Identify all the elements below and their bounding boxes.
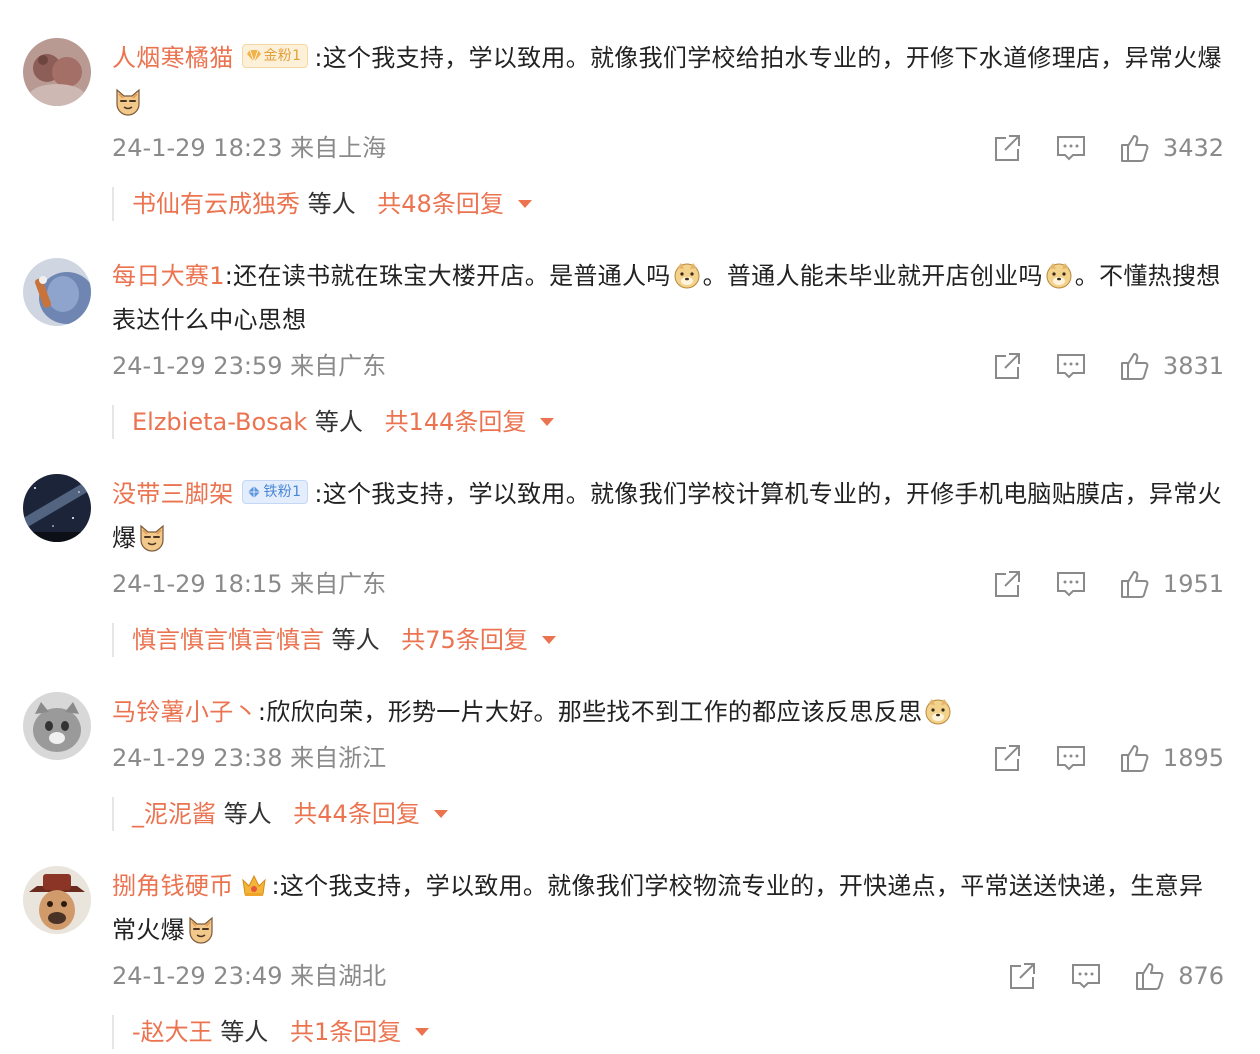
diamond-icon xyxy=(246,49,261,63)
comment-meta: 24-1-29 18:15 来自广东 xyxy=(112,570,387,598)
chevron-down-icon[interactable] xyxy=(540,418,555,426)
reply-count[interactable]: 共144条回复 xyxy=(385,408,527,436)
reply-username[interactable]: _泥泥酱 xyxy=(132,800,216,828)
comment-button[interactable] xyxy=(1055,742,1087,774)
cat-face-icon xyxy=(140,524,164,552)
chevron-down-icon[interactable] xyxy=(517,200,532,208)
username[interactable]: 马铃薯小子丶 xyxy=(112,698,258,726)
share-button[interactable] xyxy=(1006,960,1038,992)
doge-face-icon xyxy=(1046,263,1072,289)
like-button[interactable]: 1951 xyxy=(1119,568,1224,600)
comment-icon xyxy=(1056,354,1085,379)
doge-face-icon xyxy=(925,699,951,725)
comment-text: :欣欣向荣，形势一片大好。那些找不到工作的都应该反思反思 xyxy=(257,698,923,726)
share-button[interactable] xyxy=(991,568,1023,600)
like-button[interactable]: 1895 xyxy=(1119,742,1224,774)
comment-icon xyxy=(1072,964,1101,989)
avatar[interactable] xyxy=(23,692,91,760)
comment-meta: 24-1-29 23:59 来自广东 xyxy=(112,352,387,380)
reply-others: 等人 xyxy=(307,190,356,218)
thumbs-up-icon xyxy=(1120,135,1149,162)
reply-count[interactable]: 共44条回复 xyxy=(293,800,420,828)
reply-username[interactable]: 书仙有云成独秀 xyxy=(132,190,300,218)
share-icon xyxy=(994,571,1020,597)
comment-meta: 24-1-29 23:49 来自湖北 xyxy=(112,962,387,990)
thumbs-up-icon xyxy=(1120,571,1149,598)
chevron-down-icon[interactable] xyxy=(541,636,556,644)
comment-button[interactable] xyxy=(1055,568,1087,600)
share-icon xyxy=(1010,963,1036,989)
crown-icon xyxy=(241,874,266,896)
share-button[interactable] xyxy=(991,742,1023,774)
like-count: 1951 xyxy=(1162,570,1224,598)
username[interactable]: 没带三脚架 xyxy=(112,480,234,508)
comment-text: :这个我支持，学以致用。就像我们学校物流专业的，开快递点，平常送送快递，生意异常… xyxy=(112,872,1204,944)
cat-face-icon xyxy=(189,916,213,944)
avatar[interactable] xyxy=(23,258,91,326)
chevron-down-icon[interactable] xyxy=(415,1028,430,1036)
comment-meta: 24-1-29 18:23 来自上海 xyxy=(112,134,387,162)
username[interactable]: 人烟寒橘猫 xyxy=(112,44,234,72)
reply-others: 等人 xyxy=(314,408,363,436)
comment-button[interactable] xyxy=(1070,960,1102,992)
comment-text-cont: 。普通人能未毕业就开店创业吗 xyxy=(702,262,1043,290)
fan-badge[interactable]: 铁粉1 xyxy=(241,480,309,504)
fan-badge[interactable]: 金粉1 xyxy=(241,44,309,68)
username[interactable]: 每日大赛1 xyxy=(112,262,225,290)
comment-icon xyxy=(1056,746,1085,771)
reply-others: 等人 xyxy=(331,626,380,654)
like-button[interactable]: 876 xyxy=(1134,960,1224,992)
cat-face-icon xyxy=(116,88,140,116)
diamond-icon xyxy=(247,486,260,498)
comment-meta: 24-1-29 23:38 来自浙江 xyxy=(112,744,387,772)
comment-text: :还在读书就在珠宝大楼开店。是普通人吗 xyxy=(224,262,671,290)
replies-summary[interactable]: 书仙有云成独秀 等人 共48条回复 xyxy=(112,187,532,221)
thumbs-up-icon xyxy=(1120,745,1149,772)
reply-username[interactable]: 慎言慎言慎言慎言 xyxy=(132,626,324,654)
reply-username[interactable]: -赵大王 xyxy=(132,1018,213,1046)
like-count: 876 xyxy=(1178,962,1224,990)
comment-text: :这个我支持，学以致用。就像我们学校给拍水专业的，开修下水道修理店，异常火爆 xyxy=(314,44,1222,72)
share-icon xyxy=(994,135,1020,161)
comment-button[interactable] xyxy=(1055,132,1087,164)
avatar[interactable] xyxy=(23,38,91,106)
thumbs-up-icon xyxy=(1120,353,1149,380)
doge-face-icon xyxy=(674,263,700,289)
avatar[interactable] xyxy=(23,866,91,934)
reply-count[interactable]: 共1条回复 xyxy=(290,1018,401,1046)
thumbs-up-icon xyxy=(1136,963,1164,990)
share-button[interactable] xyxy=(991,350,1023,382)
like-count: 1895 xyxy=(1162,744,1224,772)
reply-others: 等人 xyxy=(220,1018,269,1046)
like-count: 3831 xyxy=(1162,352,1224,380)
replies-summary[interactable]: 慎言慎言慎言慎言 等人 共75条回复 xyxy=(112,623,556,657)
like-button[interactable]: 3831 xyxy=(1119,350,1224,382)
share-button[interactable] xyxy=(991,132,1023,164)
reply-count[interactable]: 共75条回复 xyxy=(401,626,528,654)
chevron-down-icon[interactable] xyxy=(433,810,448,818)
like-button[interactable]: 3432 xyxy=(1119,132,1224,164)
replies-summary[interactable]: -赵大王 等人 共1条回复 xyxy=(112,1015,430,1049)
reply-count[interactable]: 共48条回复 xyxy=(377,190,504,218)
replies-summary[interactable]: _泥泥酱 等人 共44条回复 xyxy=(112,797,448,831)
comment-icon xyxy=(1056,136,1085,161)
share-icon xyxy=(994,745,1020,771)
comment-icon xyxy=(1056,572,1085,597)
share-icon xyxy=(994,353,1020,379)
replies-summary[interactable]: Elzbieta-Bosak 等人 共144条回复 xyxy=(112,405,555,439)
username[interactable]: 捌角钱硬币 xyxy=(112,872,234,900)
avatar[interactable] xyxy=(23,474,91,542)
reply-others: 等人 xyxy=(223,800,272,828)
like-count: 3432 xyxy=(1162,134,1224,162)
reply-username[interactable]: Elzbieta-Bosak xyxy=(132,408,307,436)
comment-button[interactable] xyxy=(1055,350,1087,382)
